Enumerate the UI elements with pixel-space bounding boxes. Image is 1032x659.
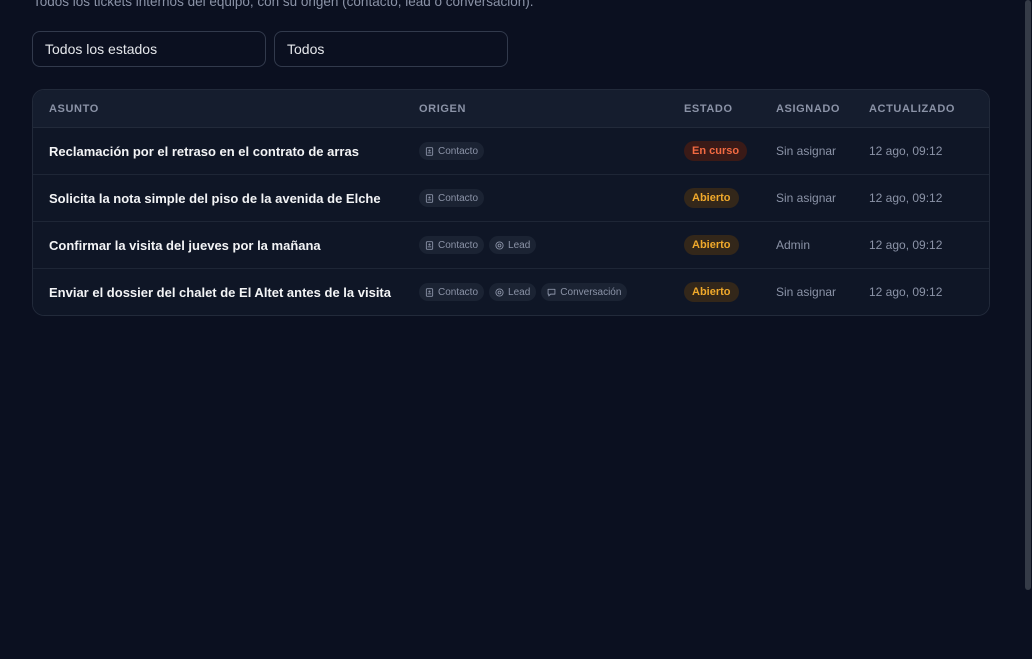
contact-card-icon: [425, 240, 434, 250]
ticket-subject[interactable]: Confirmar la visita del jueves por la ma…: [33, 238, 419, 253]
ticket-updated: 12 ago, 09:12: [869, 285, 943, 299]
origin-contact-chip[interactable]: Contacto: [419, 236, 485, 254]
origin-conversation-label: Conversación: [560, 286, 622, 298]
contact-card-icon: [425, 193, 434, 203]
ticket-subject[interactable]: Reclamación por el retraso en el contrat…: [33, 144, 419, 159]
ticket-assigned: Sin asignar: [776, 191, 837, 205]
ticket-updated: 12 ago, 09:12: [869, 191, 943, 205]
header-state[interactable]: ESTADO: [684, 103, 776, 115]
ticket-state: Abierto: [684, 282, 776, 302]
origin-contact-label: Contacto: [438, 286, 479, 298]
ticket-origin: Contacto Lead Conversación: [419, 283, 684, 301]
table-row[interactable]: Enviar el dossier del chalet de El Altet…: [33, 269, 989, 315]
contact-card-icon: [425, 287, 434, 297]
ticket-assigned: Sin asignar: [776, 285, 837, 299]
origin-contact-chip[interactable]: Contacto: [419, 189, 485, 207]
ticket-state: En curso: [684, 141, 776, 161]
status-badge: Abierto: [684, 282, 739, 302]
ticket-subject[interactable]: Enviar el dossier del chalet de El Altet…: [33, 285, 419, 300]
ticket-origin: Contacto: [419, 189, 684, 207]
origin-lead-label: Lead: [508, 286, 531, 298]
origin-lead-chip[interactable]: Lead: [489, 236, 537, 254]
header-updated[interactable]: ACTUALIZADO: [869, 103, 989, 115]
ticket-origin: Contacto Lead: [419, 236, 684, 254]
header-subject[interactable]: ASUNTO: [33, 103, 419, 115]
ticket-state: Abierto: [684, 188, 776, 208]
tickets-table: ASUNTO ORIGEN ESTADO ASIGNADO ACTUALIZAD…: [32, 89, 990, 316]
ticket-origin: Contacto: [419, 142, 684, 160]
ticket-assigned: Sin asignar: [776, 144, 837, 158]
origin-contact-label: Contacto: [438, 192, 479, 204]
status-filter-select[interactable]: Todos los estados: [32, 31, 266, 67]
origin-contact-chip[interactable]: Contacto: [419, 283, 485, 301]
table-row[interactable]: Solicita la nota simple del piso de la a…: [33, 175, 989, 222]
ticket-state: Abierto: [684, 235, 776, 255]
table-header: ASUNTO ORIGEN ESTADO ASIGNADO ACTUALIZAD…: [33, 90, 989, 128]
page-scrollbar[interactable]: [1025, 0, 1031, 590]
origin-contact-label: Contacto: [438, 145, 479, 157]
contact-card-icon: [425, 146, 434, 156]
ticket-subject[interactable]: Solicita la nota simple del piso de la a…: [33, 191, 419, 206]
table-row[interactable]: Reclamación por el retraso en el contrat…: [33, 128, 989, 175]
origin-contact-chip[interactable]: Contacto: [419, 142, 485, 160]
ticket-assigned: Admin: [776, 238, 811, 252]
origin-contact-label: Contacto: [438, 239, 479, 251]
origin-lead-label: Lead: [508, 239, 531, 251]
status-badge: Abierto: [684, 188, 739, 208]
status-badge: En curso: [684, 141, 748, 161]
status-badge: Abierto: [684, 235, 739, 255]
at-sign-icon: [495, 240, 504, 250]
origin-conversation-chip[interactable]: Conversación: [541, 283, 628, 301]
header-origin[interactable]: ORIGEN: [419, 103, 684, 115]
secondary-filter-select[interactable]: Todos: [274, 31, 508, 67]
origin-lead-chip[interactable]: Lead: [489, 283, 537, 301]
chat-bubble-icon: [547, 288, 556, 296]
filters-bar: Todos los estados Todos: [32, 31, 508, 67]
at-sign-icon: [495, 287, 504, 297]
header-assigned[interactable]: ASIGNADO: [776, 103, 869, 115]
table-row[interactable]: Confirmar la visita del jueves por la ma…: [33, 222, 989, 269]
ticket-updated: 12 ago, 09:12: [869, 144, 943, 158]
page-subtitle: Todos los tickets internos del equipo, c…: [33, 0, 534, 9]
ticket-updated: 12 ago, 09:12: [869, 238, 943, 252]
